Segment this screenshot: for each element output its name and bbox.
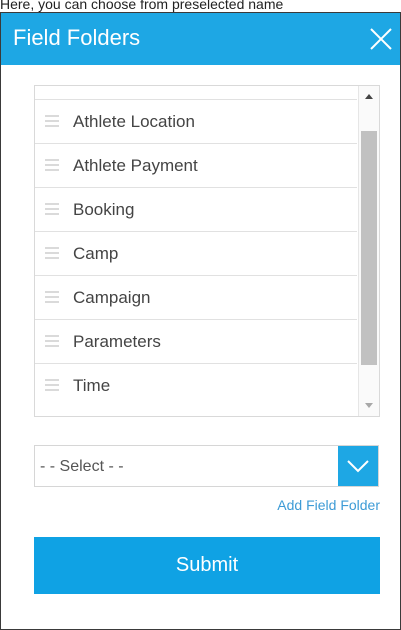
folder-list-items: Athlete Location Athlete Payment Booking…	[35, 86, 357, 408]
scroll-thumb[interactable]	[361, 131, 377, 365]
dialog-title: Field Folders	[13, 25, 141, 50]
list-item-label: Athlete Location	[73, 112, 195, 131]
list-scrollbar[interactable]	[358, 86, 379, 416]
list-item-label: Parameters	[73, 332, 161, 351]
list-item[interactable]: Camp	[35, 232, 357, 276]
page-caption: Here, you can choose from preselected na…	[0, 0, 284, 12]
list-item[interactable]: Parameters	[35, 320, 357, 364]
list-item[interactable]	[35, 86, 357, 100]
list-item[interactable]: Booking	[35, 188, 357, 232]
list-item-label: Athlete Payment	[73, 156, 198, 175]
list-item-label: Time	[73, 376, 111, 395]
drag-handle-icon[interactable]	[45, 115, 59, 127]
select-dropdown-button[interactable]	[338, 446, 378, 486]
scroll-down-icon[interactable]	[365, 403, 373, 408]
select-value: - - Select - -	[40, 458, 124, 475]
drag-handle-icon[interactable]	[45, 379, 59, 391]
chevron-down-icon	[347, 460, 369, 473]
folder-list[interactable]: Athlete Location Athlete Payment Booking…	[34, 85, 380, 417]
drag-handle-icon[interactable]	[45, 203, 59, 215]
dialog-header: Field Folders	[1, 13, 400, 65]
close-icon[interactable]	[368, 26, 394, 52]
drag-handle-icon[interactable]	[45, 291, 59, 303]
list-item-label: Camp	[73, 244, 119, 263]
list-item[interactable]: Athlete Location	[35, 100, 357, 144]
list-item-label: Campaign	[73, 288, 151, 307]
scroll-up-icon[interactable]	[365, 94, 373, 99]
field-folders-dialog: Field Folders Athlete Location Athlete P…	[0, 12, 401, 630]
list-item[interactable]: Time	[35, 364, 357, 408]
drag-handle-icon[interactable]	[45, 247, 59, 259]
list-item[interactable]: Campaign	[35, 276, 357, 320]
add-field-folder-link[interactable]: Add Field Folder	[277, 497, 380, 513]
folder-select[interactable]: - - Select - -	[34, 445, 379, 487]
drag-handle-icon[interactable]	[45, 159, 59, 171]
submit-button[interactable]: Submit	[34, 537, 380, 594]
list-item-label: Booking	[73, 200, 135, 219]
drag-handle-icon[interactable]	[45, 335, 59, 347]
list-item[interactable]: Athlete Payment	[35, 144, 357, 188]
